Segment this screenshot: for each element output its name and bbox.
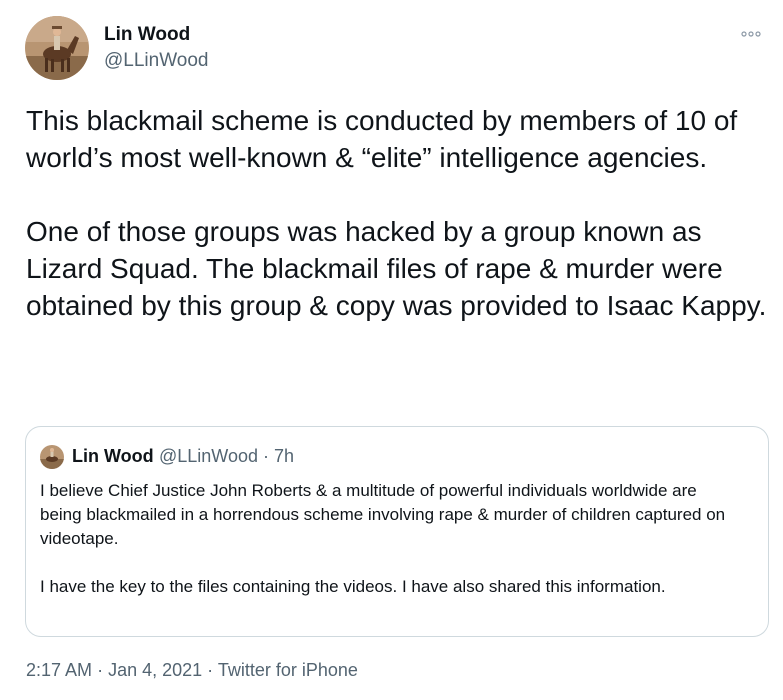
- quoted-author-meta: @LLinWood · 7h: [159, 446, 294, 467]
- tweet-paragraph: One of those groups was hacked by a grou…: [26, 216, 767, 321]
- avatar-image: [25, 16, 89, 80]
- tweet-source[interactable]: Twitter for iPhone: [218, 660, 358, 680]
- more-options-icon: [741, 31, 761, 37]
- tweet-timestamp[interactable]: 2:17 AM: [26, 660, 92, 680]
- avatar-image: [40, 445, 64, 469]
- tweet-card: Lin Wood @LLinWood This blackmail scheme…: [0, 0, 783, 700]
- quoted-paragraph: I believe Chief Justice John Roberts & a…: [40, 481, 726, 548]
- author-display-name[interactable]: Lin Wood: [104, 24, 190, 46]
- quoted-author-display-name: Lin Wood: [72, 446, 154, 466]
- quoted-tweet[interactable]: Lin Wood @LLinWood · 7h I believe Chief …: [25, 426, 769, 637]
- tweet-paragraph: This blackmail scheme is conducted by me…: [26, 105, 738, 173]
- author-handle[interactable]: @LLinWood: [104, 50, 209, 72]
- author-avatar[interactable]: [25, 16, 89, 80]
- separator: ·: [207, 660, 214, 680]
- quoted-tweet-body: I believe Chief Justice John Roberts & a…: [40, 479, 740, 599]
- quoted-author-handle: @LLinWood: [159, 446, 258, 466]
- tweet-date[interactable]: Jan 4, 2021: [108, 660, 202, 680]
- quoted-paragraph: I have the key to the files containing t…: [40, 577, 666, 596]
- tweet-body: This blackmail scheme is conducted by me…: [26, 102, 774, 324]
- separator: ·: [97, 660, 104, 680]
- separator: ·: [263, 446, 270, 466]
- quoted-author-avatar: [40, 445, 64, 469]
- more-options-button[interactable]: [736, 26, 766, 42]
- tweet-meta: 2:17 AM · Jan 4, 2021 · Twitter for iPho…: [26, 660, 358, 681]
- quoted-time: 7h: [274, 446, 295, 466]
